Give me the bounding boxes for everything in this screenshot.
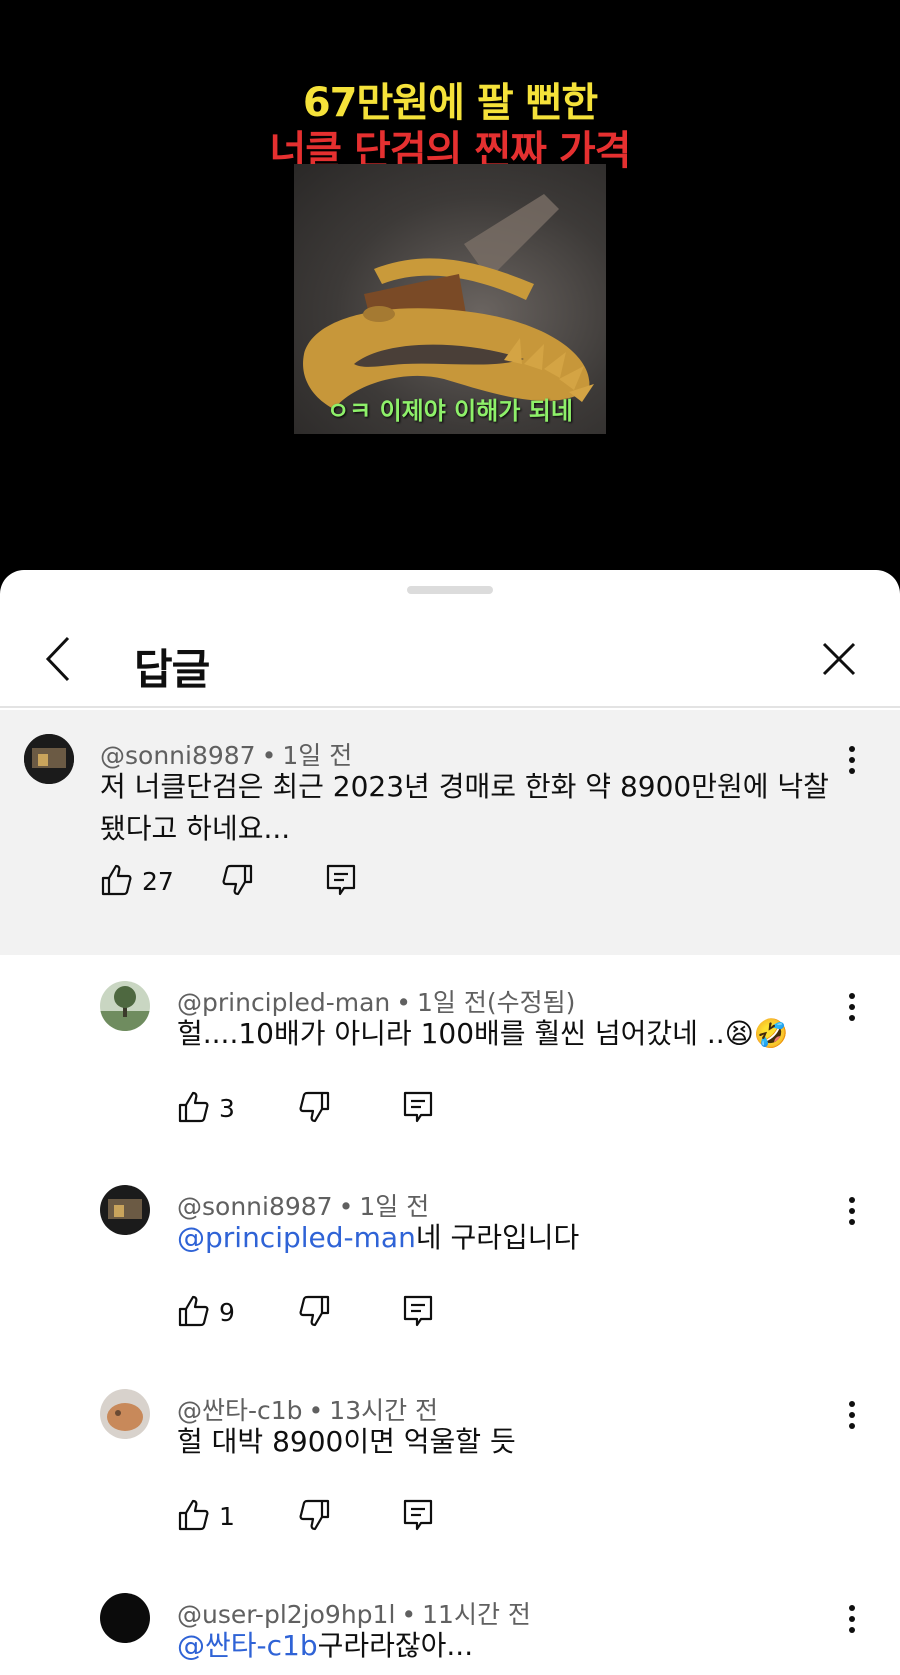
- reply-button[interactable]: [324, 863, 358, 903]
- comment-body: 구라라잖아...: [317, 1629, 474, 1662]
- sheet-title: 답글: [134, 645, 210, 694]
- reply-item: @sonni8987 • 1일 전 @principled-man네 구라입니다 9: [0, 1159, 900, 1363]
- avatar[interactable]: [100, 1185, 150, 1235]
- more-vert-icon: [849, 746, 855, 774]
- comment-text: 헐....10배가 아니라 100배를 훨씬 넘어갔네 ..😫🤣: [177, 1017, 789, 1050]
- video-player[interactable]: 67만원에 팔 뻔한 너클 단검의 찐짜 가격 ㅇㅋ 이제야 이해가 되네: [0, 0, 900, 585]
- dislike-button[interactable]: [297, 1090, 331, 1130]
- more-button[interactable]: [840, 743, 864, 777]
- more-button[interactable]: [840, 1194, 864, 1228]
- sheet-header: 답글: [0, 610, 900, 708]
- like-button[interactable]: [177, 1294, 211, 1334]
- dislike-button[interactable]: [297, 1294, 331, 1334]
- comment-text: 저 너클단검은 최근 2023년 경매로 한화 약 8900만원에 낙찰 됐다고…: [100, 766, 840, 850]
- comment-text-line1: 저 너클단검은 최근 2023년 경매로 한화 약 8900만원에 낙찰: [100, 770, 829, 803]
- comment-text: @싼타-c1b구라라잖아...: [177, 1625, 837, 1667]
- comment-text-line2: 됐다고 하네요...: [100, 812, 291, 845]
- thumb-up-icon: [101, 864, 132, 896]
- thumb-up-icon: [178, 1499, 209, 1531]
- reply-button[interactable]: [401, 1294, 435, 1334]
- comment-actions: 27: [100, 863, 400, 903]
- reply-icon: [403, 1295, 433, 1327]
- comment-actions: 1: [177, 1498, 477, 1538]
- avatar-image: [100, 1389, 150, 1439]
- video-subtitle: ㅇㅋ 이제야 이해가 되네: [327, 397, 573, 425]
- reply-icon: [326, 864, 356, 896]
- reply-item: @user-pl2jo9hp1l • 11시간 전 @싼타-c1b구라라잖아...: [0, 1567, 900, 1675]
- avatar[interactable]: [100, 1593, 150, 1643]
- like-button[interactable]: [177, 1090, 211, 1130]
- more-button[interactable]: [840, 1398, 864, 1432]
- close-button[interactable]: [814, 634, 864, 684]
- comment-actions: 9: [177, 1294, 477, 1334]
- thumb-down-icon: [299, 1499, 330, 1531]
- thumb-up-icon: [178, 1295, 209, 1327]
- comment-text: 헐 대박 8900이면 억울할 듯: [177, 1425, 516, 1458]
- more-vert-icon: [849, 1197, 855, 1225]
- reply-item: @싼타-c1b • 13시간 전 헐 대박 8900이면 억울할 듯 1: [0, 1363, 900, 1567]
- like-button[interactable]: [177, 1498, 211, 1538]
- like-button[interactable]: [100, 863, 134, 903]
- avatar-image: [24, 734, 74, 784]
- dislike-button[interactable]: [220, 863, 254, 903]
- replies-sheet: 답글 @sonni8987 • 1일 전 저 너클단검은 최근 2023년 경매…: [0, 570, 900, 1675]
- thumb-up-icon: [178, 1091, 209, 1123]
- like-count: 1: [219, 1502, 235, 1531]
- chevron-left-icon: [45, 636, 70, 682]
- thumb-down-icon: [299, 1295, 330, 1327]
- video-frame: ㅇㅋ 이제야 이해가 되네: [294, 164, 606, 434]
- avatar[interactable]: [24, 734, 74, 784]
- reply-button[interactable]: [401, 1090, 435, 1130]
- more-vert-icon: [849, 993, 855, 1021]
- drag-handle[interactable]: [407, 586, 493, 594]
- thumb-down-icon: [222, 864, 253, 896]
- like-count: 27: [142, 867, 174, 896]
- reply-button[interactable]: [401, 1498, 435, 1538]
- reply-item: @principled-man • 1일 전(수정됨) 헐....10배가 아니라 …: [0, 955, 900, 1159]
- avatar-image: [100, 981, 150, 1031]
- more-button[interactable]: [840, 990, 864, 1024]
- comment-body: 네 구라입니다: [415, 1221, 580, 1254]
- reply-icon: [403, 1499, 433, 1531]
- more-button[interactable]: [840, 1602, 864, 1636]
- avatar[interactable]: [100, 1389, 150, 1439]
- comment-text: @principled-man네 구라입니다: [177, 1217, 837, 1259]
- avatar[interactable]: [100, 981, 150, 1031]
- back-button[interactable]: [38, 630, 82, 688]
- mention-link[interactable]: @싼타-c1b: [177, 1629, 318, 1662]
- comment-actions: 3: [177, 1090, 477, 1130]
- close-icon: [822, 642, 856, 676]
- avatar-image: [100, 1185, 150, 1235]
- more-vert-icon: [849, 1605, 855, 1633]
- thumb-down-icon: [299, 1091, 330, 1123]
- like-count: 3: [219, 1094, 235, 1123]
- more-vert-icon: [849, 1401, 855, 1429]
- reply-icon: [403, 1091, 433, 1123]
- dislike-button[interactable]: [297, 1498, 331, 1538]
- parent-comment: @sonni8987 • 1일 전 저 너클단검은 최근 2023년 경매로 한화 …: [0, 710, 900, 955]
- like-count: 9: [219, 1298, 235, 1327]
- mention-link[interactable]: @principled-man: [177, 1221, 416, 1254]
